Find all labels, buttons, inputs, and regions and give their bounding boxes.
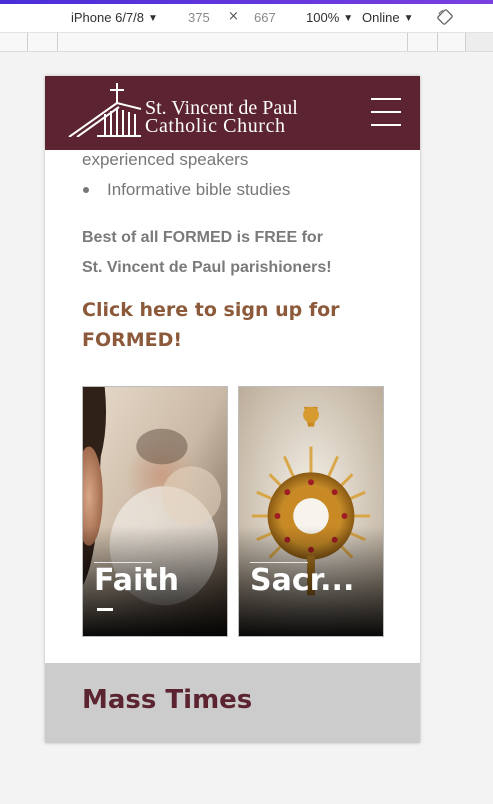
hamburger-menu-icon[interactable]	[371, 98, 401, 128]
church-logo-icon[interactable]	[67, 81, 143, 137]
media-query-segment[interactable]	[438, 33, 466, 51]
free-text-line1: Best of all FORMED is FREE for	[82, 229, 323, 246]
media-query-bar	[0, 33, 493, 52]
zoom-value: 100%	[306, 10, 340, 25]
sacraments-card[interactable]: Sacr...	[238, 386, 384, 637]
viewport-height-input[interactable]: 667	[254, 10, 294, 25]
zoom-dropdown-caret-icon: ▼	[343, 13, 354, 24]
church-name-logo[interactable]: St. Vincent de Paul Catholic Church	[145, 98, 298, 137]
network-throttle-selector[interactable]: Online ▼	[362, 10, 413, 25]
sacraments-card-title: Sacr...	[250, 563, 355, 598]
site-header: St. Vincent de Paul Catholic Church	[45, 76, 420, 150]
zoom-selector[interactable]: 100% ▼	[306, 10, 353, 25]
network-dropdown-caret-icon: ▼	[403, 13, 414, 24]
mobile-viewport: experienced speakers Informative bible s…	[45, 76, 420, 743]
viewport-width-input[interactable]: 375	[188, 10, 228, 25]
faith-card-title: Faith	[94, 563, 179, 598]
formed-signup-link[interactable]: Click here to sign up for FORMED!	[82, 295, 362, 355]
device-toolbar: iPhone 6/7/8 ▼ 375 × 667 100% ▼ Online ▼	[0, 4, 493, 33]
speakers-text: experienced speakers	[82, 150, 249, 169]
menu-bar	[371, 111, 401, 113]
cta-line1: Click here to sign up for	[82, 299, 340, 321]
church-name-line2: Catholic Church	[145, 115, 286, 137]
cta-line2: FORMED!	[82, 329, 183, 351]
rotate-icon[interactable]	[437, 9, 453, 25]
bible-studies-text: Informative bible studies	[107, 180, 291, 199]
media-query-segment[interactable]	[58, 33, 408, 51]
network-value: Online	[362, 10, 400, 25]
mass-times-section: Mass Times	[45, 663, 420, 743]
media-query-segment[interactable]	[28, 33, 58, 51]
menu-bar	[371, 98, 401, 100]
mass-times-heading: Mass Times	[82, 685, 253, 715]
bullet-icon	[83, 187, 89, 193]
device-dropdown-caret-icon: ▼	[148, 13, 158, 24]
menu-bar	[371, 124, 401, 126]
device-name: iPhone 6/7/8	[71, 10, 145, 25]
dimension-separator: ×	[228, 9, 239, 24]
faith-card[interactable]: Faith	[82, 386, 228, 637]
media-query-segment[interactable]	[0, 33, 28, 51]
device-selector[interactable]: iPhone 6/7/8 ▼	[71, 10, 158, 25]
media-query-segment[interactable]	[408, 33, 438, 51]
card-accent-bar	[97, 608, 113, 611]
free-text-line2: St. Vincent de Paul parishioners!	[82, 259, 332, 276]
